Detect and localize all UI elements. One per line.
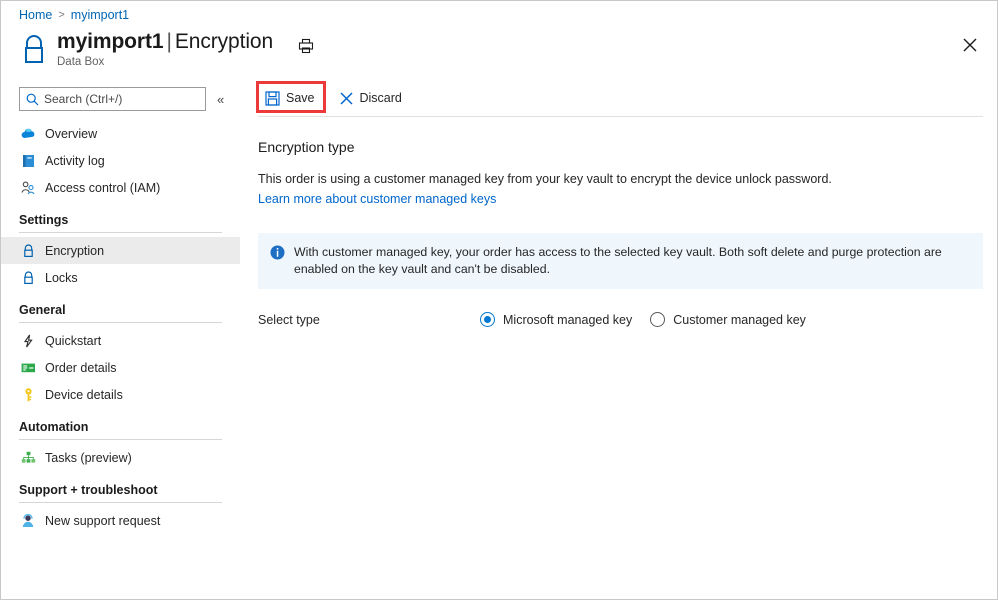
info-banner: With customer managed key, your order ha… (258, 233, 983, 289)
azure-portal-blade: Home > myimport1 myimport1 | Encryption Da… (0, 0, 998, 600)
lock-icon (19, 270, 37, 286)
sidebar-item-label: Locks (45, 270, 78, 285)
page-title-page: Encryption (174, 30, 274, 53)
breadcrumb-item-myimport1[interactable]: myimport1 (71, 8, 129, 22)
radio-customer-managed-key[interactable]: Customer managed key (650, 312, 806, 327)
select-type-row: Select type Microsoft managed key Custom… (240, 312, 997, 327)
command-bar: Save Discard (240, 79, 997, 117)
breadcrumb-separator-icon: > (58, 9, 65, 21)
sidebar-group-support: Support + troubleshoot (1, 483, 240, 503)
sidebar: « Overview (1, 79, 240, 599)
breadcrumb-item-home[interactable]: Home (19, 8, 52, 22)
page-title: myimport1 | Encryption (57, 29, 273, 54)
chevron-double-left-icon[interactable]: « (217, 93, 224, 106)
lock-icon (19, 33, 49, 67)
search-icon (26, 93, 39, 106)
sidebar-item-label: Activity log (45, 153, 105, 168)
discard-button-label: Discard (359, 91, 402, 105)
sidebar-item-label: Encryption (45, 243, 105, 258)
page-title-resource: myimport1 (57, 30, 164, 53)
search-box[interactable] (19, 87, 206, 111)
main-content: Save Discard Encryption type This order … (240, 79, 997, 599)
sidebar-item-locks[interactable]: Locks (1, 264, 240, 291)
lock-icon (19, 243, 37, 259)
sidebar-item-device-details[interactable]: Device details (1, 381, 240, 408)
save-button[interactable]: Save (258, 85, 322, 111)
lightning-icon (19, 333, 37, 349)
sidebar-group-title: Automation (19, 420, 89, 434)
order-details-icon (19, 360, 37, 376)
support-person-icon (19, 513, 37, 529)
sidebar-item-new-support-request[interactable]: New support request (1, 507, 240, 534)
section-title: Encryption type (258, 139, 355, 155)
encryption-description: This order is using a customer managed k… (258, 172, 832, 186)
key-icon (19, 387, 37, 403)
people-icon (19, 180, 37, 196)
search-input[interactable] (44, 89, 194, 109)
x-icon (339, 91, 354, 106)
learn-more-link[interactable]: Learn more about customer managed keys (258, 192, 496, 206)
save-disk-icon (265, 90, 280, 106)
divider (19, 322, 222, 323)
close-icon[interactable] (959, 34, 981, 56)
radio-label: Customer managed key (673, 312, 806, 327)
select-type-label: Select type (258, 312, 320, 327)
sidebar-item-label: New support request (45, 513, 161, 528)
sidebar-group-title: Support + troubleshoot (19, 483, 158, 497)
activity-log-icon (19, 153, 37, 169)
sidebar-item-label: Device details (45, 387, 123, 402)
sidebar-item-encryption[interactable]: Encryption (1, 237, 240, 264)
sidebar-item-label: Order details (45, 360, 117, 375)
page-subtitle: Data Box (57, 56, 105, 68)
info-circle-icon (270, 245, 285, 265)
breadcrumb: Home > myimport1 (19, 8, 129, 22)
sidebar-nav: Overview Activity log Access control (IA… (1, 120, 240, 534)
sidebar-item-order-details[interactable]: Order details (1, 354, 240, 381)
page-title-separator: | (166, 30, 172, 53)
sidebar-group-title: General (19, 303, 66, 317)
sidebar-group-general: General (1, 303, 240, 323)
print-icon[interactable] (295, 35, 317, 57)
radio-microsoft-managed-key[interactable]: Microsoft managed key (480, 312, 632, 327)
page-title-block: myimport1 | Encryption Data Box (19, 29, 273, 68)
info-banner-text: With customer managed key, your order ha… (294, 245, 942, 276)
sidebar-item-label: Overview (45, 126, 98, 141)
sidebar-item-label: Tasks (preview) (45, 450, 132, 465)
radio-label: Microsoft managed key (503, 312, 633, 327)
discard-button[interactable]: Discard (332, 85, 409, 111)
divider (19, 439, 222, 440)
sidebar-search-row: « (1, 79, 240, 111)
divider (19, 502, 222, 503)
sidebar-group-title: Settings (19, 213, 69, 227)
cloud-icon (19, 126, 37, 142)
divider (19, 232, 222, 233)
sidebar-group-automation: Automation (1, 420, 240, 440)
sidebar-group-settings: Settings (1, 213, 240, 233)
radio-indicator-selected[interactable] (480, 312, 495, 327)
sidebar-item-label: Access control (IAM) (45, 180, 161, 195)
sidebar-item-access-control[interactable]: Access control (IAM) (1, 174, 240, 201)
sidebar-item-overview[interactable]: Overview (1, 120, 240, 147)
save-button-label: Save (286, 91, 315, 105)
sidebar-item-activity-log[interactable]: Activity log (1, 147, 240, 174)
radio-indicator[interactable] (650, 312, 666, 327)
sidebar-item-quickstart[interactable]: Quickstart (1, 327, 240, 354)
sidebar-item-tasks[interactable]: Tasks (preview) (1, 444, 240, 471)
tasks-hierarchy-icon (19, 450, 37, 466)
sidebar-item-label: Quickstart (45, 333, 102, 348)
